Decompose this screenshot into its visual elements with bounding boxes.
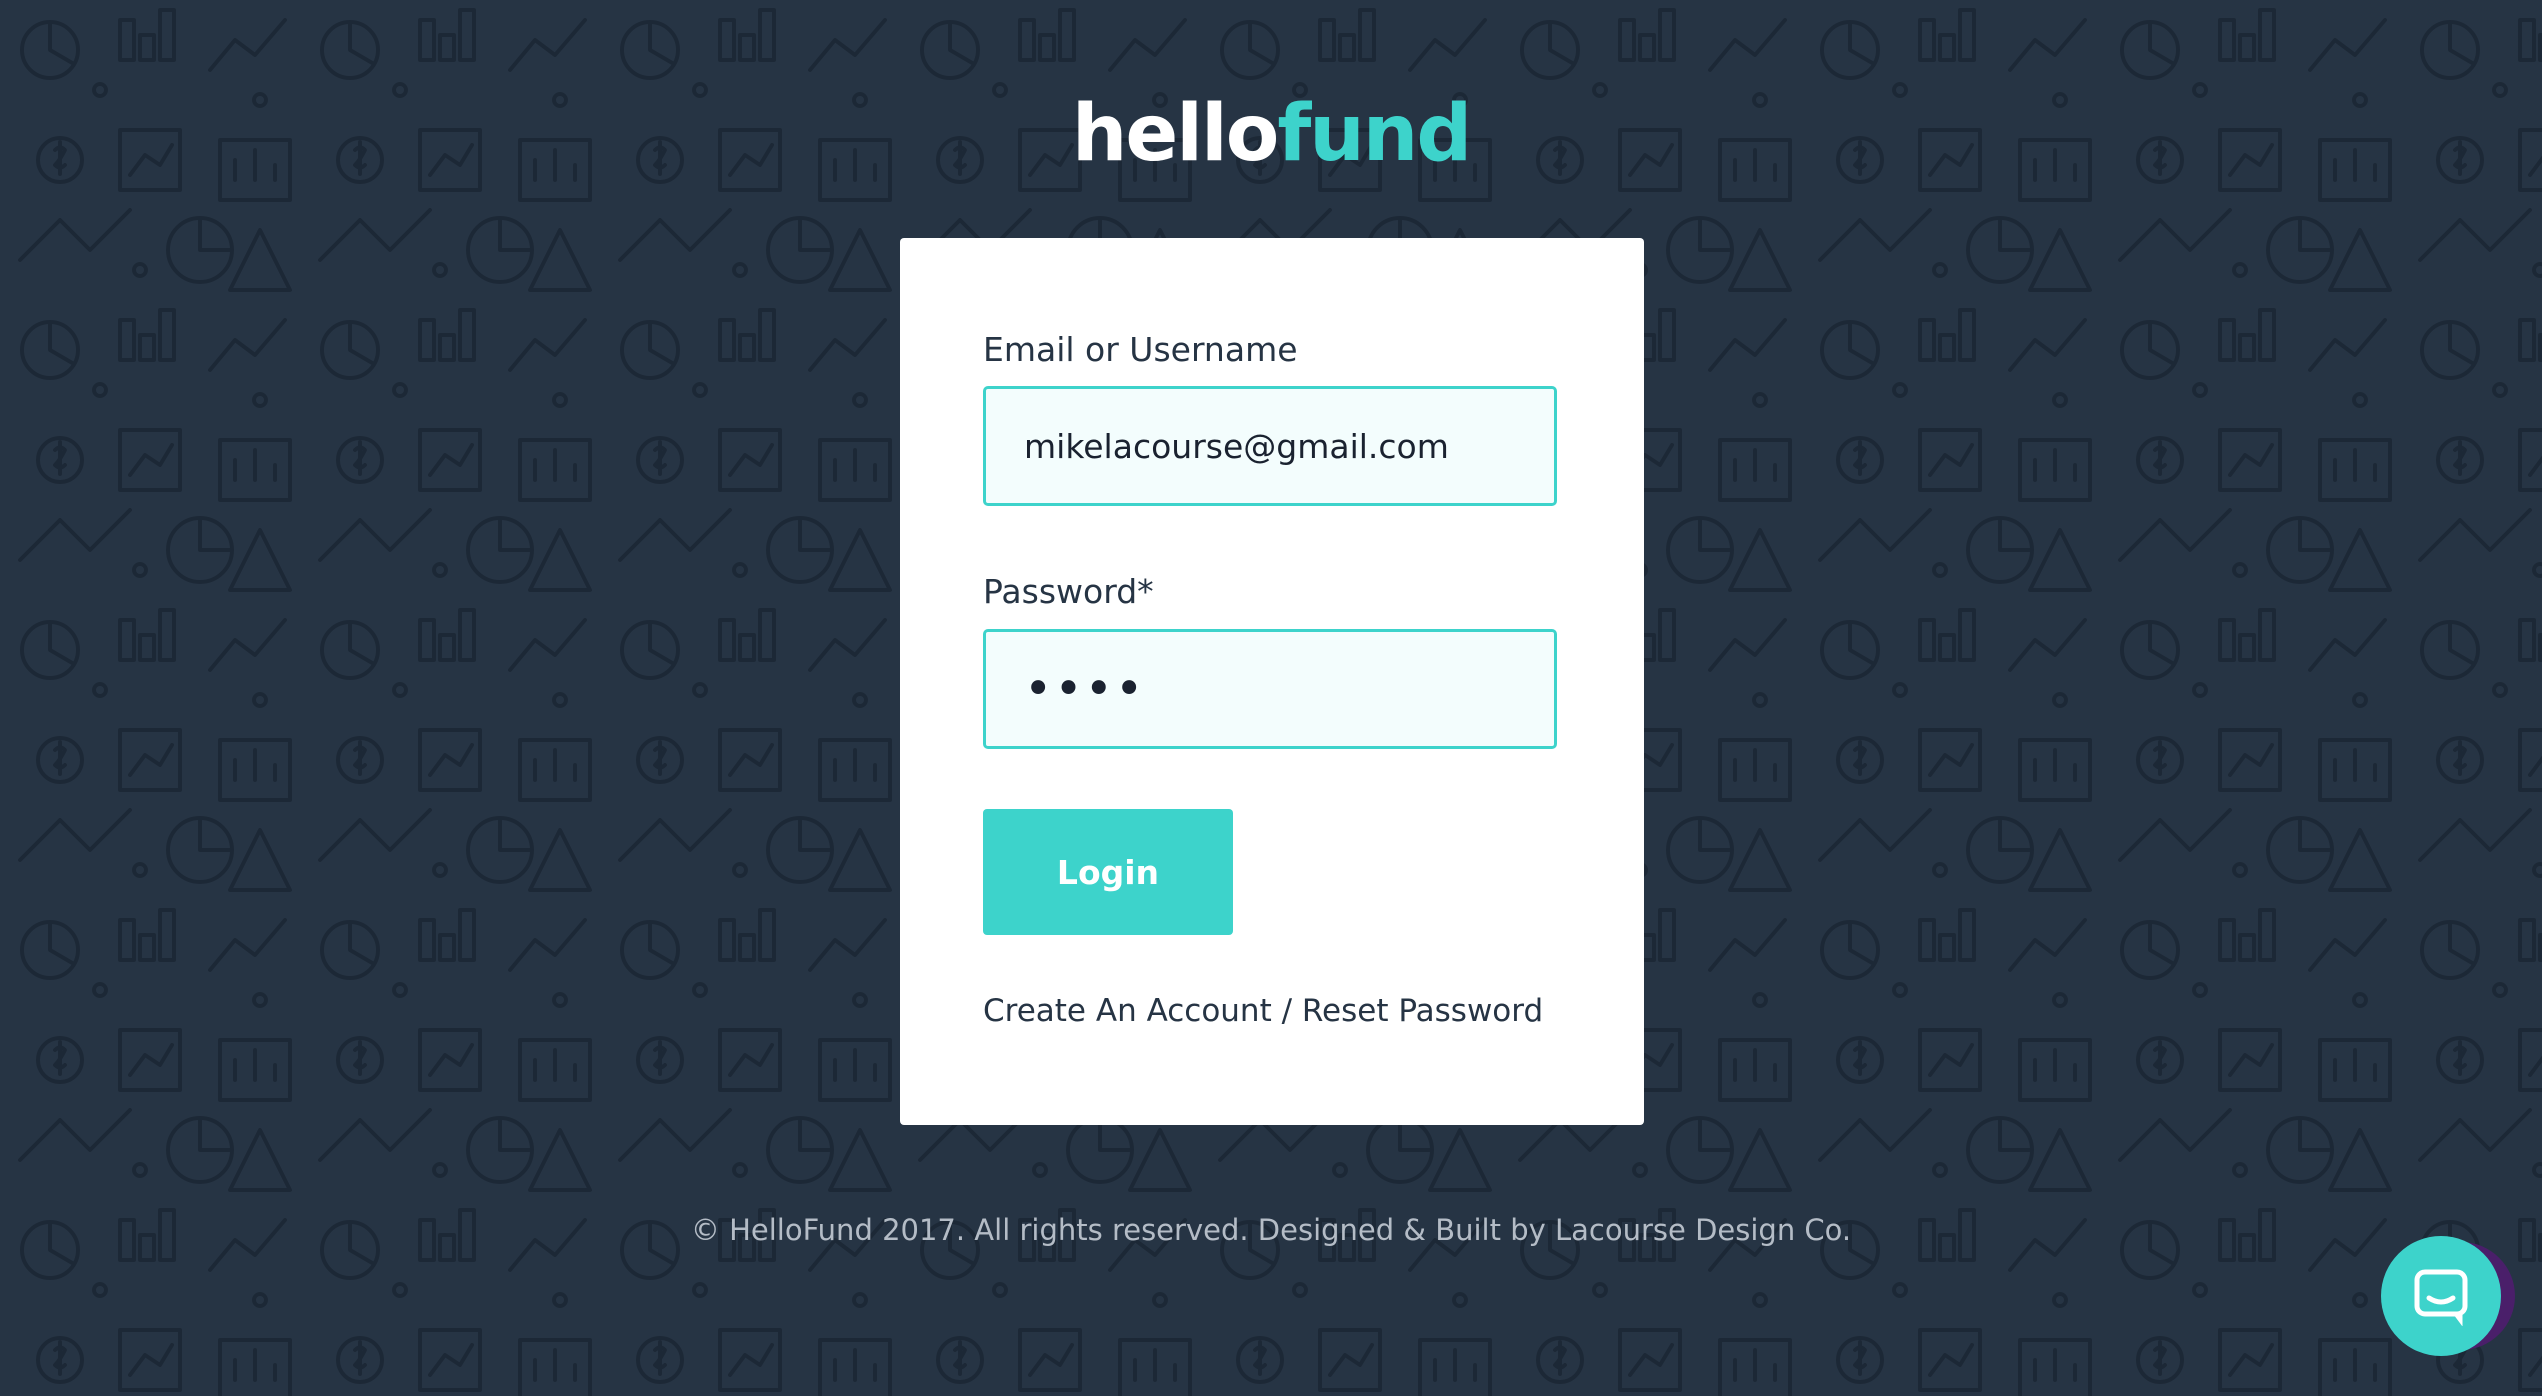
login-card: Email or Username Password* Login Create… xyxy=(900,238,1644,1125)
footer-copyright: © HelloFund 2017. All rights reserved. D… xyxy=(690,1213,1852,1247)
hellofund-logo: hellofund xyxy=(0,95,2542,173)
login-button[interactable]: Login xyxy=(983,809,1233,935)
reset-password-link[interactable]: Reset Password xyxy=(1302,993,1543,1029)
login-page: hellofund Email or Username Password* Lo… xyxy=(0,0,2542,1396)
email-username-input[interactable] xyxy=(983,386,1557,506)
chat-launcher-button[interactable] xyxy=(2381,1236,2501,1356)
create-account-link[interactable]: Create An Account xyxy=(983,993,1272,1029)
chat-icon xyxy=(2414,1269,2468,1326)
password-label: Password* xyxy=(983,572,1154,611)
logo-text-hello: hello xyxy=(1071,89,1279,179)
email-label: Email or Username xyxy=(983,330,1298,369)
password-input[interactable] xyxy=(983,629,1557,749)
account-links: Create An Account / Reset Password xyxy=(983,996,1543,1027)
links-separator: / xyxy=(1271,993,1302,1029)
logo-text-fund: fund xyxy=(1277,89,1472,179)
